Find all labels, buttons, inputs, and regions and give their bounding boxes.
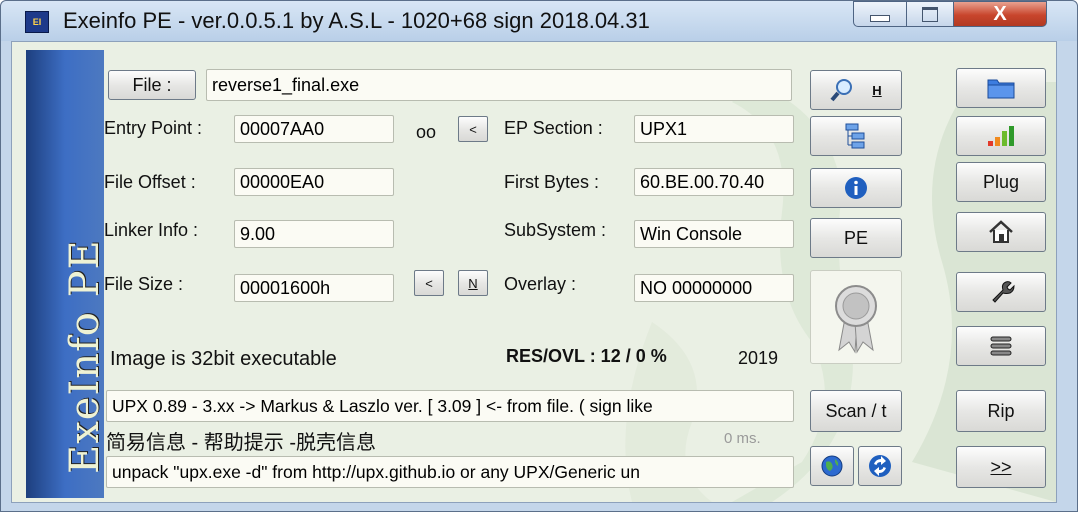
linker-info-label: Linker Info : xyxy=(104,220,199,240)
refresh-button[interactable] xyxy=(858,446,902,486)
linker-info-field[interactable]: 9.00 xyxy=(234,220,394,248)
award-badge-icon xyxy=(835,285,877,354)
first-bytes-field[interactable]: 60.BE.00.70.40 xyxy=(634,168,794,196)
home-icon xyxy=(989,220,1013,243)
signal-bars-icon xyxy=(988,126,1014,146)
minimize-icon xyxy=(870,14,890,22)
overlay-label: Overlay : xyxy=(504,274,577,294)
scan-time-text: 0 ms. xyxy=(724,430,761,447)
menu-button[interactable] xyxy=(956,326,1046,366)
window-title: Exeinfo PE - ver.0.0.5.1 by A.S.L - 1020… xyxy=(63,8,650,33)
plug-button[interactable]: Plug xyxy=(956,162,1046,202)
entry-point-prev-button[interactable]: < xyxy=(458,116,488,142)
rip-button-label: Rip xyxy=(987,400,1015,421)
overlay-field[interactable]: NO 00000000 xyxy=(634,274,794,302)
home-button[interactable] xyxy=(956,212,1046,252)
file-size-prev-button[interactable]: < xyxy=(414,270,444,296)
first-bytes-label: First Bytes : xyxy=(504,172,600,192)
globe-icon xyxy=(821,455,843,477)
pe-button[interactable]: PE xyxy=(810,218,902,258)
file-size-label: File Size : xyxy=(104,274,184,294)
search-hotkey-label: H xyxy=(872,82,882,98)
entry-point-label: Entry Point : xyxy=(104,118,203,138)
ep-section-field[interactable]: UPX1 xyxy=(634,115,794,143)
next-button[interactable]: >> xyxy=(956,446,1046,488)
close-button[interactable]: X xyxy=(953,1,1047,27)
unpack-hint-field[interactable]: unpack "upx.exe -d" from http://upx.gith… xyxy=(106,456,794,488)
maximize-icon xyxy=(922,6,938,22)
next-button-label: >> xyxy=(990,456,1012,477)
maximize-button[interactable] xyxy=(906,1,954,27)
info-icon xyxy=(845,177,867,199)
scan-button[interactable]: Scan / t xyxy=(810,390,902,432)
detection-result-field[interactable]: UPX 0.89 - 3.xx -> Markus & Laszlo ver. … xyxy=(106,390,794,422)
file-size-prev-label: < xyxy=(425,275,433,291)
rip-button[interactable]: Rip xyxy=(956,390,1046,432)
oo-button[interactable]: oo xyxy=(416,122,436,143)
magnifier-icon xyxy=(830,79,853,102)
sections-button[interactable] xyxy=(810,116,902,156)
scan-button-label: Scan / t xyxy=(825,400,887,421)
year-text: 2019 xyxy=(738,348,779,368)
open-folder-button[interactable] xyxy=(956,68,1046,108)
file-path-field[interactable]: reverse1_final.exe xyxy=(206,69,792,101)
main-panel: ExeInfo PE File : reverse1_final.exe Ent… xyxy=(11,41,1057,503)
refresh-icon xyxy=(869,455,891,477)
ep-section-label: EP Section : xyxy=(504,118,603,138)
search-button[interactable]: H xyxy=(810,70,902,110)
file-size-n-button[interactable]: N xyxy=(458,270,488,296)
res-ovl-text: RES/OVL : 12 / 0 % xyxy=(506,346,667,366)
tools-button[interactable] xyxy=(956,272,1046,312)
certificate-badge xyxy=(810,270,902,364)
pe-button-label: PE xyxy=(843,227,868,248)
subsystem-field[interactable]: Win Console xyxy=(634,220,794,248)
wrench-icon xyxy=(992,281,1015,303)
file-size-field[interactable]: 00001600h xyxy=(234,274,394,302)
file-button[interactable]: File : xyxy=(108,70,196,100)
banner-logo-text: ExeInfo PE xyxy=(62,239,108,474)
file-button-label: File : xyxy=(132,74,172,95)
web-button[interactable] xyxy=(810,446,854,486)
stats-button[interactable] xyxy=(956,116,1046,156)
image-info-text: Image is 32bit executable xyxy=(110,348,337,370)
file-size-n-label: N xyxy=(468,275,478,291)
subsystem-label: SubSystem : xyxy=(504,220,607,240)
app-icon[interactable]: EI xyxy=(25,11,49,33)
chinese-info-text: 简易信息 - 帮助提示 -脱壳信息 xyxy=(106,432,376,454)
title-bar[interactable]: EI Exeinfo PE - ver.0.0.5.1 by A.S.L - 1… xyxy=(1,1,1077,41)
plug-button-label: Plug xyxy=(982,171,1020,192)
minimize-button[interactable] xyxy=(853,1,907,27)
entry-point-field[interactable]: 00007AA0 xyxy=(234,115,394,143)
info-button[interactable] xyxy=(810,168,902,208)
tree-icon xyxy=(845,123,865,149)
entry-point-prev-label: < xyxy=(469,121,477,137)
file-offset-label: File Offset : xyxy=(104,172,196,192)
stack-icon xyxy=(990,336,1012,356)
file-offset-field[interactable]: 00000EA0 xyxy=(234,168,394,196)
side-banner: ExeInfo PE xyxy=(26,50,108,498)
folder-icon xyxy=(987,79,1015,99)
close-icon: X xyxy=(993,2,1007,25)
app-window: EI Exeinfo PE - ver.0.0.5.1 by A.S.L - 1… xyxy=(0,0,1078,512)
